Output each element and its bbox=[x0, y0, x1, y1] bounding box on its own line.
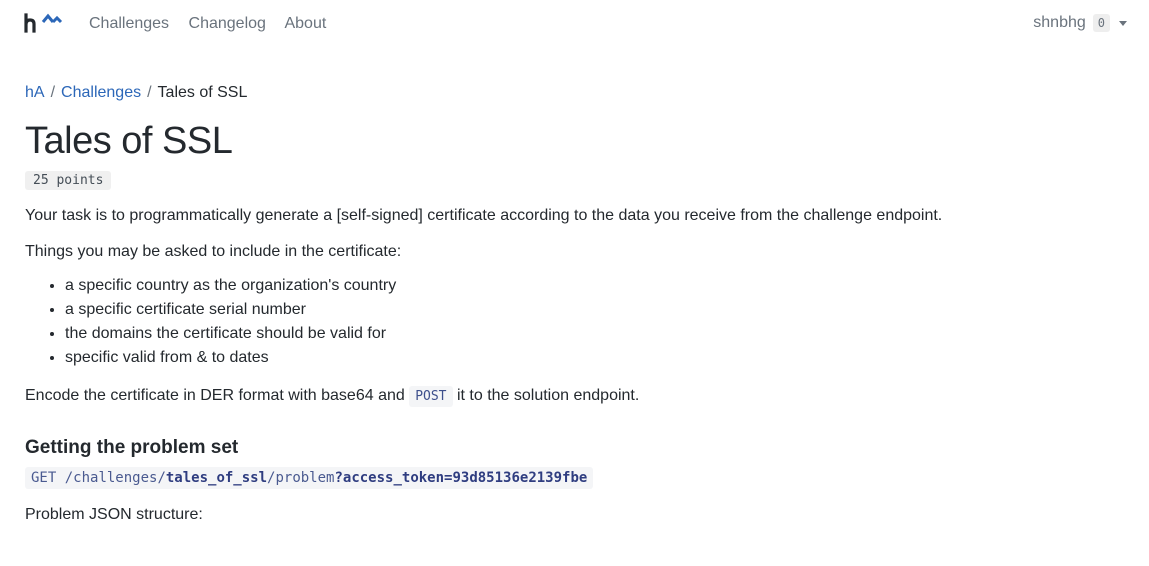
request-query: ?access_token=93d85136e2139fbe bbox=[334, 470, 588, 486]
user-score-badge: 0 bbox=[1092, 14, 1110, 32]
username[interactable]: shnbhg bbox=[1033, 14, 1086, 32]
encode-text-before: Encode the certificate in DER format wit… bbox=[25, 387, 410, 404]
breadcrumb-challenges[interactable]: Challenges bbox=[61, 84, 141, 101]
chevron-down-icon[interactable] bbox=[1119, 20, 1127, 26]
list-intro-text: Things you may be asked to include in th… bbox=[25, 243, 402, 260]
request-path-end: /problem bbox=[267, 470, 335, 486]
breadcrumb-separator: / bbox=[50, 84, 56, 101]
list-item: specific valid from & to dates bbox=[65, 346, 1125, 370]
nav-about[interactable]: About bbox=[284, 15, 326, 32]
user-menu[interactable]: shnbhg 0 bbox=[1033, 14, 1127, 32]
list-item: a specific certificate serial number bbox=[65, 298, 1125, 322]
top-navbar: Challenges Changelog About shnbhg 0 bbox=[0, 0, 1149, 50]
nav-changelog[interactable]: Changelog bbox=[189, 15, 266, 32]
main-nav: Challenges Changelog About bbox=[89, 15, 341, 33]
encode-text-after: it to the solution endpoint. bbox=[452, 387, 640, 404]
points-badge: 25 points bbox=[25, 171, 112, 190]
page-title: Tales of SSL bbox=[25, 120, 233, 162]
breadcrumb-home[interactable]: hA bbox=[25, 84, 45, 101]
post-code: POST bbox=[409, 386, 453, 407]
section-heading: Getting the problem set bbox=[25, 437, 239, 458]
requirements-list: a specific country as the organization's… bbox=[25, 274, 1125, 370]
request-method: GET bbox=[31, 470, 57, 486]
main-content: hA / Challenges / Tales of SSL Tales of SSL … bbox=[25, 84, 1125, 525]
list-item: a specific country as the organization's… bbox=[65, 274, 1125, 298]
hackattic-logo-icon[interactable] bbox=[24, 12, 64, 34]
request-challenge-name: tales_of_ssl bbox=[165, 470, 268, 486]
intro-text: Your task is to programmatically generat… bbox=[25, 207, 943, 224]
problem-endpoint: GET /challenges/tales_of_ssl/problem?acc… bbox=[25, 467, 594, 489]
encode-text: Encode the certificate in DER format wit… bbox=[25, 386, 1125, 407]
request-path: /challenges/ bbox=[56, 470, 166, 486]
list-item: the domains the certificate should be va… bbox=[65, 322, 1125, 346]
breadcrumb-separator: / bbox=[147, 84, 152, 101]
json-structure-label: Problem JSON structure: bbox=[25, 506, 203, 523]
breadcrumb: hA / Challenges / Tales of SSL bbox=[25, 84, 1125, 102]
nav-challenges[interactable]: Challenges bbox=[89, 15, 169, 32]
breadcrumb-current: Tales of SSL bbox=[157, 84, 248, 101]
